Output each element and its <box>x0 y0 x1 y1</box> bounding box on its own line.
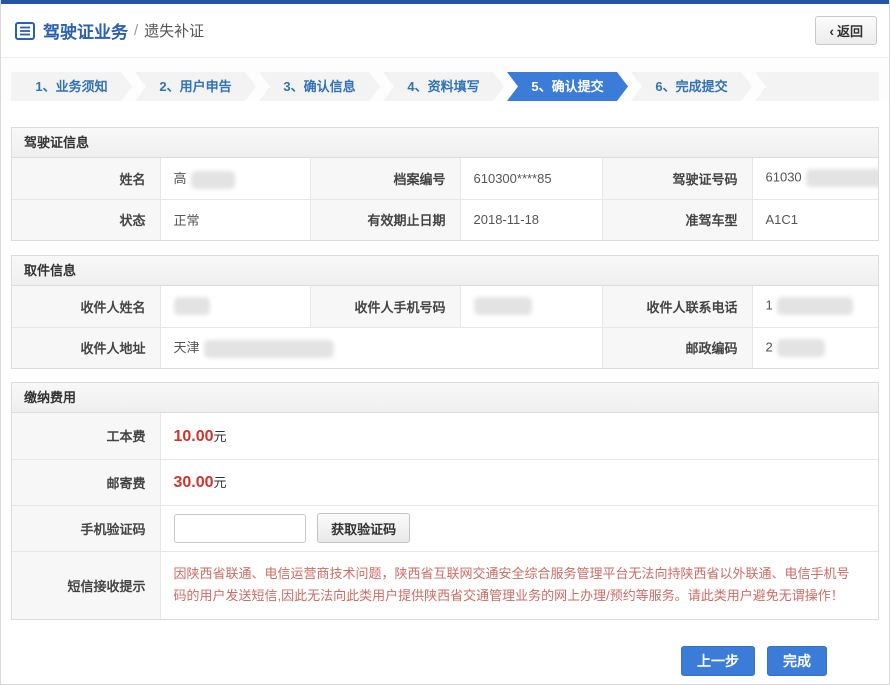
section-title: 缴纳费用 <box>12 383 878 413</box>
field-value: A1C1 <box>752 199 878 240</box>
fee-production-value: 10.00元 <box>160 413 878 459</box>
back-button-label: 返回 <box>837 21 863 40</box>
field-value: 610300****85 <box>460 158 602 199</box>
finish-button[interactable]: 完成 <box>767 646 827 676</box>
fee-unit: 元 <box>214 429 227 444</box>
redacted-blur <box>806 169 878 187</box>
table-row: 短信接收提示 因陕西省联通、电信运营商技术问题，陕西省互联网交通安全综合服务管理… <box>12 551 878 619</box>
table-row: 工本费 10.00元 <box>12 413 878 459</box>
table-row: 姓名 高 档案编号 610300****85 驾驶证号码 61030 <box>12 158 878 199</box>
field-label: 档案编号 <box>310 158 460 199</box>
table-row: 状态 正常 有效期止日期 2018-11-18 准驾车型 A1C1 <box>12 199 878 240</box>
field-value: 61030 <box>752 158 878 199</box>
field-label: 收件人地址 <box>12 327 160 368</box>
redacted-blur <box>174 297 210 315</box>
field-value: 2018-11-18 <box>460 199 602 240</box>
step-5-confirm-submit[interactable]: 5、确认提交 <box>507 72 628 101</box>
field-label: 收件人联系电话 <box>602 286 752 327</box>
fee-unit: 元 <box>214 475 227 490</box>
fee-amount: 30.00 <box>174 474 214 491</box>
step-3-confirm-info[interactable]: 3、确认信息 <box>259 72 380 101</box>
field-value <box>460 286 602 327</box>
list-icon <box>15 22 35 40</box>
table-row: 收件人地址 天津 邮政编码 2 <box>12 327 878 368</box>
redacted-blur <box>777 339 825 357</box>
field-label: 短信接收提示 <box>12 551 160 619</box>
field-label: 收件人手机号码 <box>310 286 460 327</box>
breadcrumb-section[interactable]: 驾驶证业务 <box>43 18 128 43</box>
breadcrumb-separator: / <box>134 22 138 39</box>
wizard-steps: 1、业务须知 2、用户申告 3、确认信息 4、资料填写 5、确认提交 6、完成提… <box>1 58 889 101</box>
field-value: 天津 <box>160 327 602 368</box>
step-1-business-notice[interactable]: 1、业务须知 <box>11 72 132 101</box>
step-6-finish-submit[interactable]: 6、完成提交 <box>631 72 752 101</box>
captcha-cell: 获取验证码 <box>160 505 878 551</box>
field-label: 手机验证码 <box>12 505 160 551</box>
field-label: 收件人姓名 <box>12 286 160 327</box>
field-value: 1 <box>752 286 878 327</box>
field-value: 正常 <box>160 199 310 240</box>
page-header: 驾驶证业务 / 遗失补证 ‹ 返回 <box>1 4 889 58</box>
page: 驾驶证业务 / 遗失补证 ‹ 返回 1、业务须知 2、用户申告 3、确认信息 4… <box>0 0 890 685</box>
section-license-info: 驾驶证信息 姓名 高 档案编号 610300****85 驾驶证号码 61030… <box>11 127 879 241</box>
field-value: 高 <box>160 158 310 199</box>
field-label: 工本费 <box>12 413 160 459</box>
field-label: 有效期止日期 <box>310 199 460 240</box>
table-row: 手机验证码 获取验证码 <box>12 505 878 551</box>
field-label: 姓名 <box>12 158 160 199</box>
fee-amount: 10.00 <box>174 428 214 445</box>
field-label: 邮寄费 <box>12 459 160 505</box>
section-title: 驾驶证信息 <box>12 128 878 158</box>
field-label: 准驾车型 <box>602 199 752 240</box>
breadcrumb-current: 遗失补证 <box>144 20 204 41</box>
pickup-info-table: 收件人姓名 收件人手机号码 收件人联系电话 1 收件人地址 天津 邮政编码 2 <box>12 286 878 368</box>
previous-step-button[interactable]: 上一步 <box>681 646 755 676</box>
back-button[interactable]: ‹ 返回 <box>815 16 877 45</box>
table-row: 收件人姓名 收件人手机号码 收件人联系电话 1 <box>12 286 878 327</box>
fees-table: 工本费 10.00元 邮寄费 30.00元 手机验证码 获取验证码 短信接收提 <box>12 413 878 619</box>
get-sms-code-button[interactable]: 获取验证码 <box>317 513 410 543</box>
field-value: 2 <box>752 327 878 368</box>
redacted-blur <box>777 297 853 315</box>
table-row: 邮寄费 30.00元 <box>12 459 878 505</box>
redacted-blur <box>191 171 235 189</box>
steps-filler <box>755 72 879 101</box>
sms-notice-text: 因陕西省联通、电信运营商技术问题，陕西省互联网交通安全综合服务管理平台无法向持陕… <box>160 551 878 619</box>
sms-code-input[interactable] <box>174 514 306 543</box>
redacted-blur <box>474 297 532 315</box>
step-4-fill-data[interactable]: 4、资料填写 <box>383 72 504 101</box>
section-fees: 缴纳费用 工本费 10.00元 邮寄费 30.00元 手机验证码 获取验证码 <box>11 382 879 620</box>
footer-actions: 上一步 完成 <box>1 620 889 676</box>
step-2-user-declaration[interactable]: 2、用户申告 <box>135 72 256 101</box>
field-label: 邮政编码 <box>602 327 752 368</box>
redacted-blur <box>204 340 334 358</box>
section-pickup-info: 取件信息 收件人姓名 收件人手机号码 收件人联系电话 1 收件人地址 天津 邮政… <box>11 255 879 369</box>
back-arrow-icon: ‹ <box>829 23 834 39</box>
field-label: 驾驶证号码 <box>602 158 752 199</box>
field-label: 状态 <box>12 199 160 240</box>
section-title: 取件信息 <box>12 256 878 286</box>
license-info-table: 姓名 高 档案编号 610300****85 驾驶证号码 61030 状态 正常… <box>12 158 878 240</box>
fee-postage-value: 30.00元 <box>160 459 878 505</box>
field-value <box>160 286 310 327</box>
